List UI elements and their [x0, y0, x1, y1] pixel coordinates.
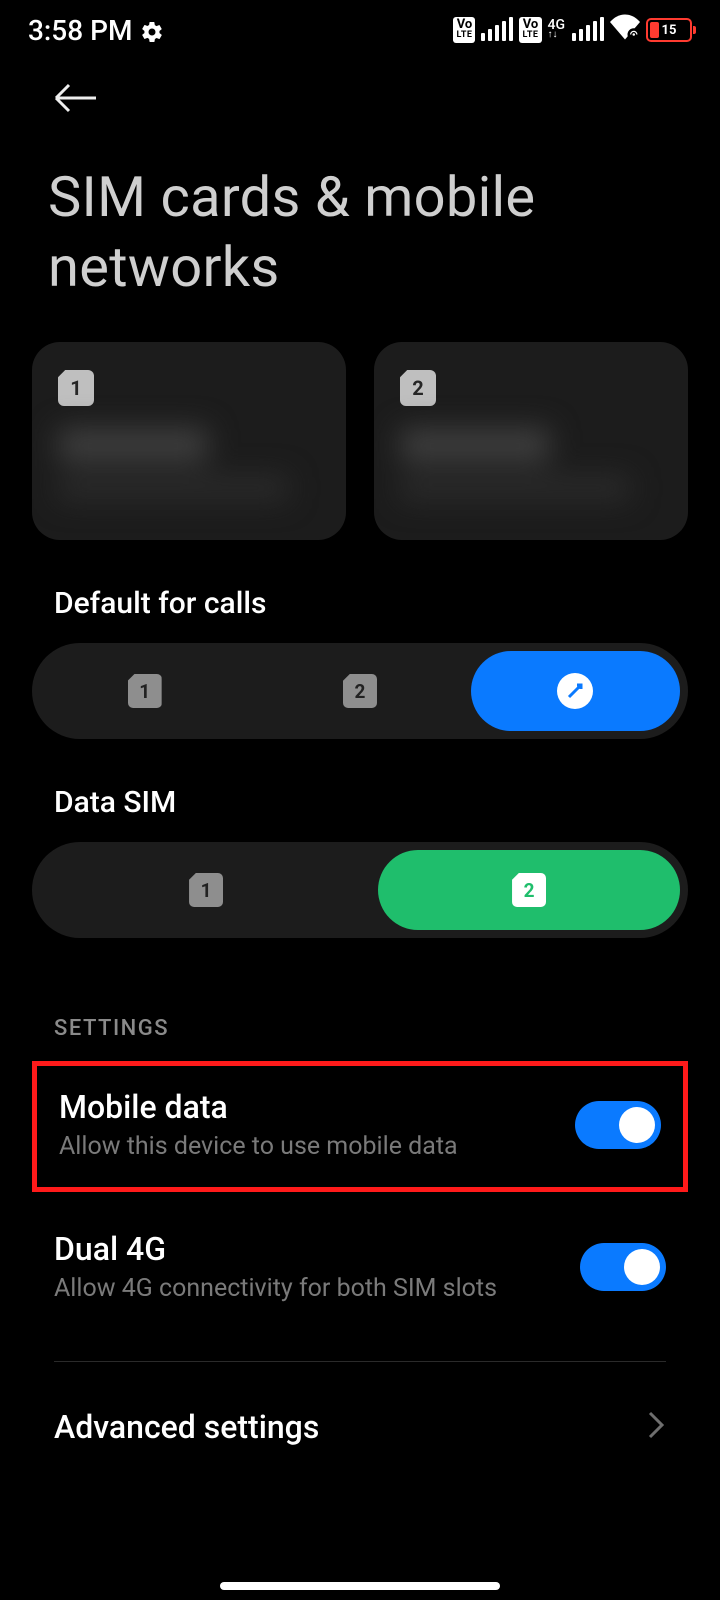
sim-card-2[interactable]: 2	[374, 342, 688, 540]
mobile-data-row[interactable]: Mobile data Allow this device to use mob…	[59, 1088, 661, 1161]
sim-card-1[interactable]: 1	[32, 342, 346, 540]
sim-chip-icon: 2	[400, 370, 436, 406]
volte-icon-1: VoLTE	[453, 17, 475, 43]
sim-chip-icon: 2	[343, 674, 377, 708]
battery-icon: 15	[646, 18, 692, 42]
sim-chip-icon: 1	[128, 674, 162, 708]
signal-bars-icon-1	[481, 19, 513, 41]
dual-4g-row[interactable]: Dual 4G Allow 4G connectivity for both S…	[0, 1202, 720, 1331]
mobile-data-toggle[interactable]	[575, 1101, 661, 1149]
calls-option-sim1[interactable]: 1	[40, 651, 249, 731]
wifi-icon	[610, 14, 640, 47]
sim-chip-icon: 1	[58, 370, 94, 406]
sim-card-2-details	[400, 428, 662, 500]
gear-icon	[140, 14, 164, 47]
chevron-right-icon	[646, 1409, 666, 1445]
battery-level: 15	[648, 20, 690, 40]
home-indicator[interactable]	[220, 1582, 500, 1590]
data-option-sim1[interactable]: 1	[40, 850, 372, 930]
sim-chip-icon: 2	[512, 873, 546, 907]
sim-chip-icon: 1	[189, 873, 223, 907]
advanced-settings-row[interactable]: Advanced settings	[0, 1378, 720, 1476]
status-time: 3:58 PM	[28, 14, 132, 47]
default-calls-selector: 1 2	[32, 643, 688, 739]
signal-bars-icon-2	[572, 19, 604, 41]
section-default-calls: Default for calls	[0, 540, 720, 643]
not-set-icon	[557, 673, 593, 709]
mobile-data-sub: Allow this device to use mobile data	[59, 1132, 458, 1161]
sim-cards-row: 1 2	[0, 342, 720, 540]
data-sim-selector: 1 2	[32, 842, 688, 938]
back-button[interactable]	[48, 103, 100, 122]
settings-section-header: SETTINGS	[0, 938, 720, 1047]
network-4g-label: 4G↑↓	[548, 20, 566, 40]
advanced-settings-label: Advanced settings	[54, 1408, 319, 1446]
dual-4g-toggle[interactable]	[580, 1243, 666, 1291]
dual-4g-title: Dual 4G	[54, 1230, 497, 1268]
data-option-sim2[interactable]: 2	[378, 850, 680, 930]
sim-card-1-details	[58, 428, 320, 500]
section-data-sim: Data SIM	[0, 739, 720, 842]
page-title: SIM cards & mobile networks	[0, 132, 720, 342]
calls-option-sim2[interactable]: 2	[255, 651, 464, 731]
mobile-data-title: Mobile data	[59, 1088, 458, 1126]
dual-4g-sub: Allow 4G connectivity for both SIM slots	[54, 1274, 497, 1303]
status-bar: 3:58 PM VoLTE VoLTE 4G↑↓ 15	[0, 0, 720, 60]
highlight-box: Mobile data Allow this device to use mob…	[32, 1061, 688, 1192]
calls-option-ask[interactable]	[471, 651, 680, 731]
volte-icon-2: VoLTE	[519, 17, 541, 43]
divider	[54, 1361, 666, 1362]
